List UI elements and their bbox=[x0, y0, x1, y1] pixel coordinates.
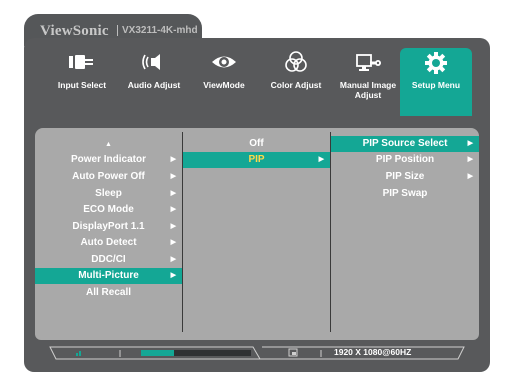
submenu-label: PIP Size bbox=[385, 171, 425, 182]
submenu-pip-position[interactable]: PIP Position ▶ bbox=[331, 152, 479, 168]
submenu-label: PIP Source Select bbox=[362, 138, 448, 149]
main-tabs: Input Select Audio Adjust ViewMode Color… bbox=[24, 36, 490, 118]
tab-viewmode[interactable]: ViewMode bbox=[188, 48, 260, 118]
tab-label: Color Adjust bbox=[270, 80, 322, 90]
speaker-icon bbox=[118, 50, 190, 74]
scroll-up-arrow[interactable]: ▲ bbox=[35, 137, 182, 153]
submenu-label: PIP Position bbox=[375, 154, 435, 165]
level-bar-fill bbox=[141, 350, 174, 356]
option-pip[interactable]: PIP ▶ bbox=[183, 152, 330, 168]
menu-item-sleep[interactable]: Sleep ▶ bbox=[35, 186, 182, 202]
chevron-right-icon: ▶ bbox=[170, 173, 176, 180]
chevron-right-icon: ▶ bbox=[170, 190, 176, 197]
menu-item-label: DisplayPort 1.1 bbox=[72, 221, 145, 232]
tab-label: ViewMode bbox=[203, 80, 245, 90]
model-name: VX3211-4K-mhd bbox=[117, 25, 198, 36]
status-bar: 1920 X 1080@60HZ bbox=[48, 346, 468, 360]
tab-label: Setup Menu bbox=[411, 80, 461, 90]
resolution-readout: 1920 X 1080@60HZ bbox=[334, 347, 412, 357]
menu-item-label: DDC/CI bbox=[91, 254, 126, 265]
menu-item-auto-detect[interactable]: Auto Detect ▶ bbox=[35, 235, 182, 251]
menu-item-all-recall[interactable]: All Recall bbox=[35, 285, 182, 301]
input-select-icon bbox=[46, 50, 118, 74]
tab-color-adjust[interactable]: Color Adjust bbox=[260, 48, 332, 118]
menu-item-label: ECO Mode bbox=[83, 204, 134, 215]
submenu-pip-size[interactable]: PIP Size ▶ bbox=[331, 169, 479, 185]
menu-panel: ▲ Power Indicator ▶ Auto Power Off ▶ Sleep… bbox=[35, 128, 479, 340]
menu-item-displayport[interactable]: DisplayPort 1.1 ▶ bbox=[35, 219, 182, 235]
pip-icon bbox=[288, 348, 298, 357]
eye-icon bbox=[188, 50, 260, 74]
tab-manual-image-adjust[interactable]: Manual Image Adjust bbox=[332, 48, 404, 118]
menu-item-multi-picture[interactable]: Multi-Picture ▶ bbox=[35, 268, 182, 284]
tab-label: Manual Image Adjust bbox=[339, 80, 397, 100]
option-label: Off bbox=[249, 138, 264, 149]
chevron-right-icon: ▶ bbox=[170, 239, 176, 246]
menu-item-label: Auto Power Off bbox=[72, 171, 145, 182]
tab-input-select[interactable]: Input Select bbox=[46, 48, 118, 118]
chevron-right-icon: ▶ bbox=[467, 173, 473, 180]
chevron-right-icon: ▶ bbox=[170, 256, 176, 263]
chevron-right-icon: ▶ bbox=[170, 272, 176, 279]
menu-item-auto-power-off[interactable]: Auto Power Off ▶ bbox=[35, 169, 182, 185]
chevron-right-icon: ▶ bbox=[170, 223, 176, 230]
gear-icon bbox=[400, 50, 472, 74]
tab-audio-adjust[interactable]: Audio Adjust bbox=[118, 48, 190, 118]
chevron-right-icon: ▶ bbox=[467, 156, 473, 163]
tab-label: Input Select bbox=[57, 80, 107, 90]
tab-setup-menu[interactable]: Setup Menu bbox=[400, 48, 472, 116]
menu-item-label: Multi-Picture bbox=[78, 270, 139, 281]
option-label: PIP bbox=[248, 154, 265, 165]
menu-item-label: All Recall bbox=[85, 287, 132, 298]
tab-label: Audio Adjust bbox=[127, 80, 181, 90]
submenu-pip-source-select[interactable]: PIP Source Select ▶ bbox=[331, 136, 479, 152]
submenu-label: PIP Swap bbox=[382, 188, 428, 199]
chevron-right-icon: ▶ bbox=[318, 156, 324, 163]
submenu-pip-swap[interactable]: PIP Swap bbox=[331, 186, 479, 202]
chevron-right-icon: ▶ bbox=[170, 156, 176, 163]
menu-item-eco-mode[interactable]: ECO Mode ▶ bbox=[35, 202, 182, 218]
signal-icon bbox=[76, 351, 81, 356]
chevron-right-icon: ▶ bbox=[467, 140, 473, 147]
menu-item-label: Auto Detect bbox=[80, 237, 137, 248]
menu-item-ddc-ci[interactable]: DDC/CI ▶ bbox=[35, 252, 182, 268]
chevron-right-icon: ▶ bbox=[170, 206, 176, 213]
menu-item-power-indicator[interactable]: Power Indicator ▶ bbox=[35, 152, 182, 168]
menu-item-label: Power Indicator bbox=[70, 154, 146, 165]
option-off[interactable]: Off bbox=[183, 136, 330, 152]
color-circles-icon bbox=[260, 50, 332, 74]
image-adjust-icon bbox=[332, 50, 404, 74]
menu-item-label: Sleep bbox=[95, 188, 122, 199]
